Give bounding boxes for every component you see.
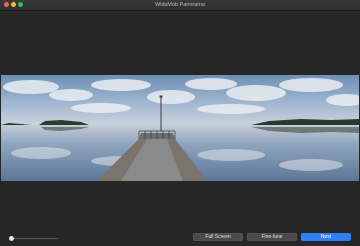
zoom-slider-knob[interactable] <box>9 236 14 241</box>
panorama-image <box>1 75 359 181</box>
preview-canvas <box>0 11 360 227</box>
title-bar: WidsMob Panorama <box>0 0 360 11</box>
full-screen-button[interactable]: Full Screen <box>193 233 243 241</box>
fine-tune-button[interactable]: Fine-tune <box>247 233 297 241</box>
zoom-slider[interactable] <box>9 236 58 241</box>
zoom-slider-track[interactable] <box>10 238 58 239</box>
next-button[interactable]: Next <box>301 233 351 241</box>
window-title: WidsMob Panorama <box>155 2 205 8</box>
